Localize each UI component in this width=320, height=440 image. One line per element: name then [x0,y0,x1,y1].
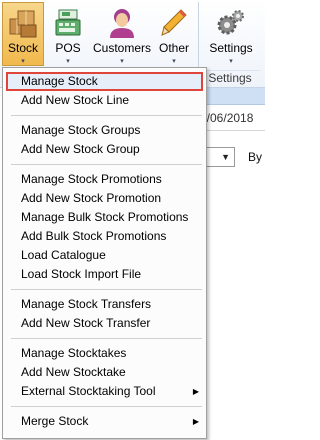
menu-separator [11,164,202,165]
menu-item-label: Merge Stock [21,414,89,428]
date-field[interactable]: 7/06/2018 [200,111,253,125]
menu-item-label: Manage Stock [21,74,98,88]
menu-item-manage-stocktakes[interactable]: Manage Stocktakes [6,344,203,363]
date-underline [200,130,265,131]
menu-item-manage-stock-transfers[interactable]: Manage Stock Transfers [6,295,203,314]
menu-item-label: Manage Stock Groups [21,123,141,137]
customer-icon [107,7,137,39]
menu-item-manage-stock-promotions[interactable]: Manage Stock Promotions [6,170,203,189]
chevron-down-icon: ▾ [229,58,233,65]
background-header-bar [200,88,265,105]
menu-item-label: Add New Stock Group [21,142,140,156]
menu-item-add-bulk-stock-promotions[interactable]: Add Bulk Stock Promotions [6,227,203,246]
menu-item-manage-bulk-stock-promotions[interactable]: Manage Bulk Stock Promotions [6,208,203,227]
menu-item-load-catalogue[interactable]: Load Catalogue [6,246,203,265]
menu-item-label: External Stocktaking Tool [21,384,156,398]
menu-item-label: Load Stock Import File [21,267,142,281]
stock-boxes-icon [8,7,38,39]
submenu-arrow-icon: ▶ [192,387,199,396]
other-ribbon-button[interactable]: Other ▾ [154,2,194,66]
menu-separator [11,289,202,290]
menu-item-label: Add Bulk Stock Promotions [21,229,167,243]
submenu-arrow-icon: ▶ [192,417,199,426]
menu-item-label: Manage Stocktakes [21,346,127,360]
customers-ribbon-label: Customers [93,41,152,55]
pencil-icon [159,7,189,39]
menu-item-merge-stock[interactable]: Merge Stock ▶ [6,412,203,431]
menu-item-label: Load Catalogue [21,248,106,262]
chevron-down-icon: ▾ [120,58,124,65]
menu-separator [11,115,202,116]
menu-item-label: Manage Stock Promotions [21,172,162,186]
menu-item-label: Add New Stock Transfer [21,316,151,330]
menu-item-add-new-stock-transfer[interactable]: Add New Stock Transfer [6,314,203,333]
menu-item-external-stocktaking-tool[interactable]: External Stocktaking Tool ▶ [6,382,203,401]
menu-item-label: Add New Stock Promotion [21,191,162,205]
customers-ribbon-button[interactable]: Customers ▾ [92,2,152,66]
pos-ribbon-label: POS [55,41,81,55]
chevron-down-icon: ▼ [221,152,230,162]
by-label: By [248,150,263,164]
menu-item-add-new-stocktake[interactable]: Add New Stocktake [6,363,203,382]
pos-ribbon-button[interactable]: POS ▾ [48,2,88,66]
menu-item-load-stock-import-file[interactable]: Load Stock Import File [6,265,203,284]
menu-item-label: Manage Bulk Stock Promotions [21,210,189,224]
settings-group-label: Settings [200,70,260,86]
menu-item-add-new-stock-group[interactable]: Add New Stock Group [6,140,203,159]
stock-dropdown-menu: Manage Stock Add New Stock Line Manage S… [2,67,207,439]
menu-separator [11,338,202,339]
stock-ribbon-button[interactable]: Stock ▾ [2,2,44,66]
menu-item-add-new-stock-line[interactable]: Add New Stock Line [6,91,203,110]
cash-register-icon [53,7,83,39]
chevron-down-icon: ▾ [21,58,25,65]
menu-item-label: Add New Stocktake [21,365,126,379]
chevron-down-icon: ▾ [66,58,70,65]
menu-separator [11,406,202,407]
menu-item-manage-stock-groups[interactable]: Manage Stock Groups [6,121,203,140]
other-ribbon-label: Other [158,41,189,55]
stock-ribbon-label: Stock [7,41,38,55]
menu-item-add-new-stock-promotion[interactable]: Add New Stock Promotion [6,189,203,208]
gears-icon [216,7,246,39]
menu-item-label: Add New Stock Line [21,93,130,107]
menu-item-label: Manage Stock Transfers [21,297,152,311]
settings-ribbon-label: Settings [209,41,253,55]
chevron-down-icon: ▾ [172,58,176,65]
filter-combo[interactable]: ▼ [205,147,235,167]
settings-ribbon-button[interactable]: Settings ▾ [204,2,258,66]
menu-item-manage-stock[interactable]: Manage Stock [6,72,203,91]
